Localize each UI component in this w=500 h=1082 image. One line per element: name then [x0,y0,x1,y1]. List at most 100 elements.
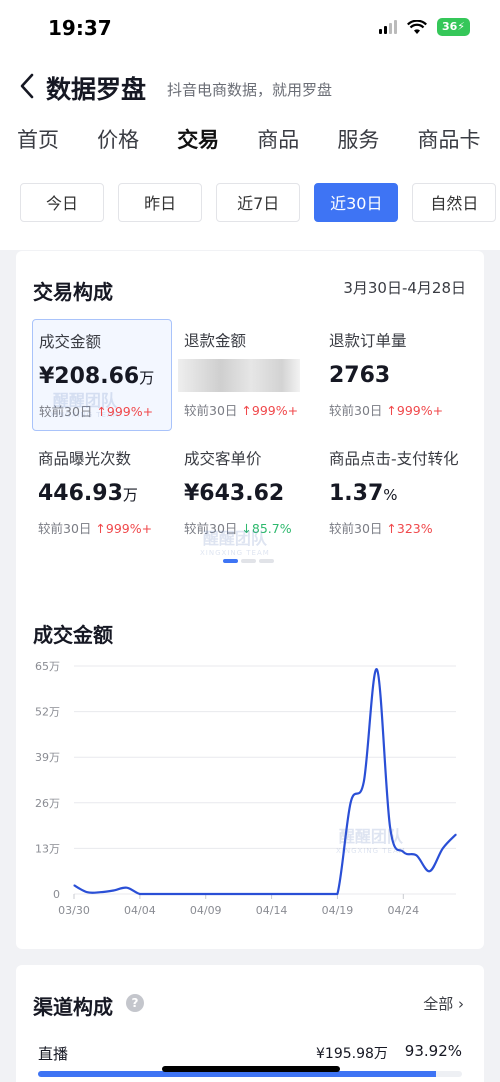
redacted-value [178,359,300,392]
metric-label: 退款订单量 [329,332,407,350]
home-indicator[interactable] [162,1066,340,1072]
y-tick-label: 65万 [35,660,60,673]
x-tick-label: 03/30 [58,904,90,917]
chip-today[interactable]: 今日 [20,183,104,222]
channel-amount: ¥195.98万 [316,1046,388,1062]
data-point [86,891,88,893]
data-point [271,893,273,895]
tab-product[interactable]: 商品 [257,124,299,154]
back-icon[interactable] [14,68,42,104]
data-point [310,893,312,895]
data-point [336,893,338,895]
trade-title: 交易构成 [33,280,113,304]
data-point [152,893,154,895]
all-link[interactable]: 全部 › [423,993,464,1014]
data-point [73,884,75,886]
data-point [112,889,115,892]
page-title: 数据罗盘 [46,75,147,104]
metric-compare: 较前30日 ↑999%+ [184,403,299,418]
tab-trade[interactable]: 交易 [177,124,219,154]
metric-compare: 较前30日 ↑323% [329,521,433,536]
y-tick-label: 52万 [35,706,60,719]
signal-icon [378,20,397,34]
trade-card: 交易构成 3月30日-4月28日 成交金额 ¥208.66万 较前30日 ↑99… [16,251,484,949]
tab-bar: 首页 价格 交易 商品 服务 商品卡 [17,124,500,164]
x-tick-label: 04/14 [256,904,288,917]
chip-last-30-days[interactable]: 近30日 [314,183,399,222]
metric-label: 商品曝光次数 [38,450,132,468]
data-point [415,854,418,856]
tab-home[interactable]: 首页 [17,124,59,154]
date-filter: 今日 昨日 近7日 近30日 自然日 自 [20,183,500,223]
tab-price[interactable]: 价格 [97,124,139,154]
chip-last-7-days[interactable]: 近7日 [216,183,301,222]
top-header: 19:37 36⚡ 数据罗盘 抖音电商数据，就用罗盘 首页 价格 交易 商品 服… [0,0,500,250]
battery-icon: 36⚡ [436,18,470,36]
data-point [178,893,180,895]
series-line [73,668,457,896]
y-tick-label: 13万 [35,842,60,855]
data-point [192,893,194,895]
metric-exposures[interactable]: 商品曝光次数 446.93万 较前30日 ↑999%+ [32,437,172,549]
page-subtitle: 抖音电商数据，就用罗盘 [167,81,333,99]
y-tick-label: 26万 [35,797,60,810]
data-point [126,887,128,889]
data-point [244,893,246,895]
help-icon[interactable]: ? [126,994,144,1012]
data-point [165,893,167,895]
metric-value: ¥643.62 [184,481,285,506]
chip-natural-day[interactable]: 自然日 [412,183,497,222]
metric-compare: 较前30日 ↑999%+ [38,521,153,536]
data-point [231,893,233,895]
channel-card: 渠道构成 ? 全部 › 直播 ¥195.98万 93.92% [16,965,484,1082]
x-tick-label: 04/04 [124,904,156,917]
status-icons: 36⚡ [378,18,470,36]
data-point [363,781,365,783]
metric-refund-orders[interactable]: 退款订单量 2763 较前30日 ↑999%+ [323,319,463,431]
metric-value: 2763 [329,363,391,388]
watermark: 醒醒团队 XINGXING TEAM [336,827,406,856]
data-point [429,870,431,872]
data-point [257,893,259,895]
status-time: 19:37 [48,16,112,40]
data-point [99,891,101,893]
y-tick-label: 39万 [35,751,60,764]
metric-click-pay-conversion[interactable]: 商品点击-支付转化 1.37% 较前30日 ↑323% [323,437,463,549]
chart-title: 成交金额 [33,623,113,647]
status-bar: 19:37 36⚡ [0,0,500,58]
data-point [350,802,352,804]
channel-title: 渠道构成 [33,995,113,1019]
data-point [323,893,325,895]
data-point [455,833,457,835]
metric-label: 成交客单价 [184,450,262,468]
tab-product-card[interactable]: 商品卡 [417,124,480,154]
data-point [205,893,207,895]
metric-value: 1.37% [329,481,398,506]
x-tick-label: 04/24 [387,904,419,917]
x-tick-label: 04/19 [322,904,354,917]
nav-bar: 数据罗盘 抖音电商数据，就用罗盘 [0,64,500,108]
data-point [376,668,378,671]
metric-label: 成交金额 [39,333,102,351]
data-point [297,893,299,895]
channel-label: 直播 [38,1045,69,1063]
channel-percent: 93.92% [404,1042,462,1060]
watermark: 醒醒团队 XINGXING TEAM [200,529,270,558]
metric-label: 商品点击-支付转化 [329,450,459,468]
data-point [218,893,220,895]
x-tick-label: 04/09 [190,904,222,917]
metric-label: 退款金额 [184,332,247,350]
battery-level: 36 [441,20,458,33]
metric-compare: 较前30日 ↑999%+ [329,403,444,418]
metric-value: ¥208.66万 [39,364,155,389]
chip-yesterday[interactable]: 昨日 [118,183,203,222]
y-tick-label: 0 [53,888,60,901]
data-point [139,893,141,895]
gmv-line-chart: 0 13万 26万 39万 52万 65万 03/30 04/04 04/09 04/14 04/1… [35,660,457,917]
data-point [442,847,444,849]
data-point [284,893,286,895]
date-range: 3月30日-4月28日 [343,279,466,297]
metric-value: 446.93万 [38,481,138,506]
watermark: 醒醒团队 XINGXING TEAM [50,391,120,420]
tab-service[interactable]: 服务 [337,124,379,154]
